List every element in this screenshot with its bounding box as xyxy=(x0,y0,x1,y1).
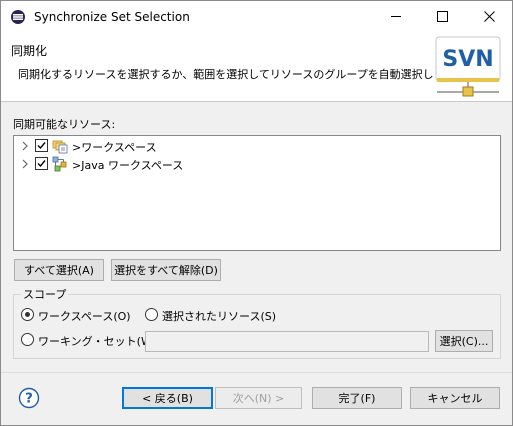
radio-selected-dot xyxy=(25,312,30,317)
title-bar: Synchronize Set Selection xyxy=(1,1,512,32)
window-title: Synchronize Set Selection xyxy=(34,10,190,24)
radio-workspace-label[interactable]: ワークスペース(O) xyxy=(38,308,131,324)
radio-workspace[interactable] xyxy=(21,308,34,321)
chevron-right-icon[interactable] xyxy=(19,140,31,152)
close-button[interactable] xyxy=(466,1,512,32)
checkmark-icon xyxy=(37,142,46,150)
minimize-button[interactable] xyxy=(373,1,419,32)
next-button[interactable]: 次へ(N) > xyxy=(215,387,302,409)
page-title: 同期化 xyxy=(11,44,48,58)
minimize-icon xyxy=(390,16,401,17)
tree-item-java-workspace[interactable]: >Java ワークスペース xyxy=(14,155,500,173)
radio-selected-resources-label[interactable]: 選択されたリソース(S) xyxy=(162,308,276,324)
help-icon[interactable]: ? xyxy=(18,387,40,409)
scope-legend: スコープ xyxy=(21,286,69,302)
radio-working-set-label[interactable]: ワーキング・セット(W): xyxy=(38,333,160,349)
radio-selected-resources[interactable] xyxy=(145,308,158,321)
tree-item-label: >Java ワークスペース xyxy=(72,159,184,172)
separator xyxy=(1,372,512,373)
checkbox-workspace[interactable] xyxy=(35,139,48,152)
working-set-field[interactable] xyxy=(145,331,429,352)
select-all-button[interactable]: すべて選択(A) xyxy=(14,259,104,281)
svg-text:?: ? xyxy=(25,392,33,407)
svn-logo-text: SVN xyxy=(442,47,493,72)
wizard-banner: 同期化 同期化するリソースを選択するか、範囲を選択してリソースのグループを自動選… xyxy=(1,32,512,102)
resource-tree[interactable]: >ワークスペース >Java ワークスペース xyxy=(13,135,501,251)
cancel-button[interactable]: キャンセル xyxy=(410,387,500,409)
choose-working-set-button[interactable]: 選択(C)... xyxy=(435,330,493,352)
close-icon xyxy=(483,11,495,22)
java-working-set-icon xyxy=(52,156,67,172)
tree-item-label: >ワークスペース xyxy=(72,141,157,154)
eclipse-app-icon xyxy=(10,9,26,25)
maximize-button[interactable] xyxy=(419,1,465,32)
maximize-icon xyxy=(436,11,448,22)
back-button[interactable]: < 戻る(B) xyxy=(122,387,213,409)
page-description: 同期化するリソースを選択するか、範囲を選択してリソースのグループを自動選択します… xyxy=(18,68,466,81)
resources-label: 同期可能なリソース: xyxy=(13,118,116,131)
svn-logo-icon: SVN xyxy=(435,36,501,97)
synchronize-dialog: Synchronize Set Selection 同期化 同期化するリソースを… xyxy=(0,0,513,426)
finish-button[interactable]: 完了(F) xyxy=(312,387,402,409)
radio-working-set[interactable] xyxy=(21,333,34,346)
checkmark-icon xyxy=(37,160,46,168)
deselect-all-button[interactable]: 選択をすべて解除(D) xyxy=(111,259,221,281)
chevron-right-icon[interactable] xyxy=(19,158,31,170)
tree-item-workspace[interactable]: >ワークスペース xyxy=(14,137,500,155)
checkbox-java-workspace[interactable] xyxy=(35,157,48,170)
working-set-icon xyxy=(52,140,68,154)
